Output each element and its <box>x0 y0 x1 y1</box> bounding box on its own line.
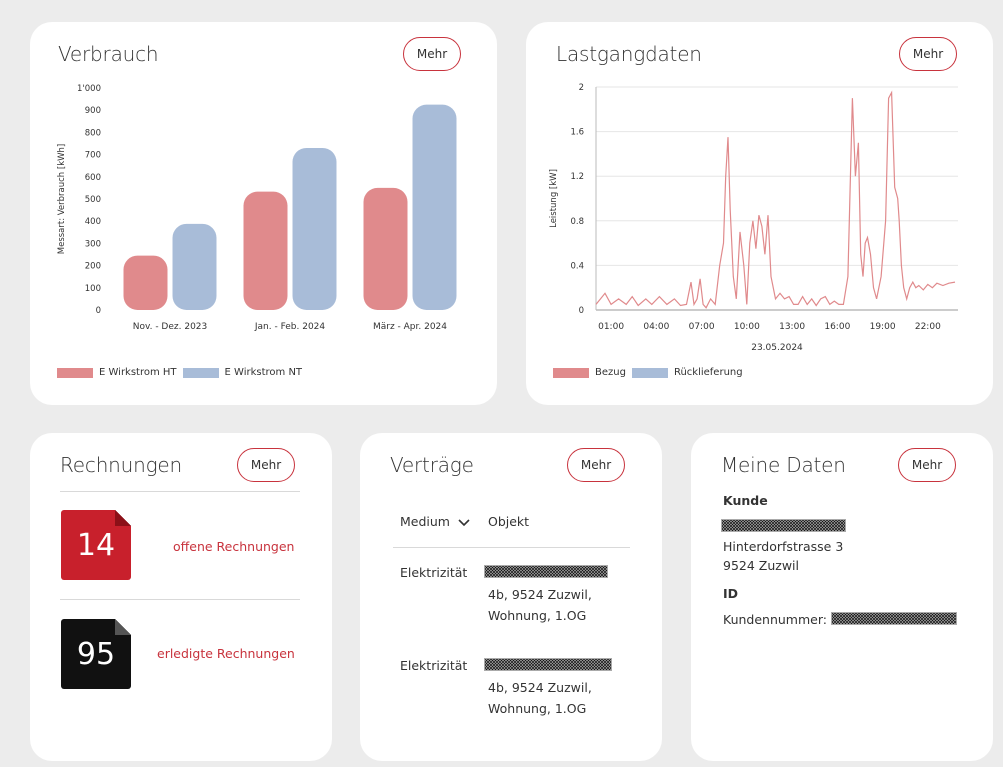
paid-invoices-count: 95 <box>76 636 116 672</box>
y-tick-label: 0 <box>579 306 584 316</box>
mehr-button[interactable]: Mehr <box>898 448 956 482</box>
mehr-button[interactable]: Mehr <box>237 448 295 482</box>
contract-address-line: 4b, 9524 Zuzwil, <box>488 587 592 602</box>
divider <box>60 599 300 600</box>
y-tick-label: 0.4 <box>570 261 584 271</box>
y-tick-label: 2 <box>579 83 584 93</box>
y-tick-label: 500 <box>85 195 101 205</box>
y-tick-label: 400 <box>85 217 101 227</box>
contract-medium: Elektrizität <box>400 658 468 673</box>
card-title: Meine Daten <box>721 453 846 477</box>
series-line <box>595 90 956 309</box>
bar <box>412 104 457 311</box>
legend-swatch <box>182 367 219 378</box>
legend-label[interactable]: Bezug <box>595 367 626 378</box>
y-tick-label: 100 <box>85 284 101 294</box>
bar <box>172 223 217 310</box>
x-tick-label: Jan. - Feb. 2024 <box>254 322 326 332</box>
kundennummer-label: Kundennummer: <box>723 612 827 627</box>
open-invoices-count: 14 <box>76 527 116 563</box>
y-axis-label: Messart: Verbrauch [kWh] <box>57 144 67 255</box>
vertraege-card: Verträge Mehr Medium Objekt Elektrizität… <box>360 433 662 761</box>
open-invoices-link[interactable]: offene Rechnungen <box>173 539 294 554</box>
redacted-address <box>484 565 608 578</box>
y-tick-label: 600 <box>85 173 101 183</box>
contract-medium: Elektrizität <box>400 565 468 580</box>
meine-daten-card: Meine Daten Mehr Kunde Hinterdorfstrasse… <box>691 433 993 761</box>
redacted-name <box>721 519 846 532</box>
y-tick-label: 700 <box>85 151 101 161</box>
x-tick-label: 10:00 <box>734 322 760 332</box>
paid-invoices-link[interactable]: erledigte Rechnungen <box>157 646 295 661</box>
y-tick-label: 1'000 <box>77 84 101 94</box>
redacted-address <box>484 658 612 671</box>
page-fold-icon <box>115 619 131 635</box>
bar <box>292 147 337 310</box>
legend-label[interactable]: E Wirkstrom HT <box>99 367 177 378</box>
bar <box>123 255 168 310</box>
x-tick-label: 22:00 <box>915 322 941 332</box>
legend-swatch <box>553 367 589 378</box>
city: 9524 Zuzwil <box>723 558 800 573</box>
y-tick-label: 1.2 <box>570 172 584 182</box>
chevron-down-icon <box>458 518 470 526</box>
legend-label[interactable]: Rücklieferung <box>674 367 743 378</box>
legend-swatch <box>57 367 93 378</box>
page-fold-icon <box>115 510 131 526</box>
column-header-objekt: Objekt <box>488 514 530 529</box>
x-tick-label: 13:00 <box>779 322 805 332</box>
x-tick-label: 07:00 <box>689 322 715 332</box>
redacted-kundennummer <box>831 612 957 625</box>
id-label: ID <box>723 586 739 601</box>
divider <box>60 491 300 492</box>
mehr-button[interactable]: Mehr <box>567 448 625 482</box>
contract-address-line: Wohnung, 1.OG <box>488 701 587 716</box>
y-tick-label: 1.6 <box>570 128 584 138</box>
chart-legend: Bezug Rücklieferung <box>553 367 749 378</box>
kunde-label: Kunde <box>723 493 768 508</box>
contract-address-line: 4b, 9524 Zuzwil, <box>488 680 592 695</box>
card-title: Rechnungen <box>60 453 182 477</box>
y-tick-label: 0 <box>96 306 101 316</box>
contract-address-line: Wohnung, 1.OG <box>488 608 587 623</box>
legend-label[interactable]: E Wirkstrom NT <box>225 367 303 378</box>
bar <box>243 191 288 310</box>
verbrauch-chart: 0 100 200 300 400 500 600 700 800 900 1'000 Messart… <box>57 84 457 332</box>
column-header-label: Medium <box>400 514 450 529</box>
lastgang-card: Lastgangdaten Mehr 0 0.4 0.8 1.2 1.6 2 Leistun… <box>526 22 993 405</box>
chart-legend: E Wirkstrom HT E Wirkstrom NT <box>57 367 308 378</box>
y-tick-label: 300 <box>85 239 101 249</box>
column-header-medium[interactable]: Medium <box>400 512 470 531</box>
y-axis-label: Leistung [kW] <box>549 169 559 228</box>
y-tick-label: 900 <box>85 106 101 116</box>
card-title: Verträge <box>390 453 474 477</box>
y-tick-label: 800 <box>85 128 101 138</box>
x-tick-label: 19:00 <box>870 322 896 332</box>
x-tick-label: Nov. - Dez. 2023 <box>133 322 208 332</box>
y-tick-label: 0.8 <box>570 217 584 227</box>
lastgang-chart: 0 0.4 0.8 1.2 1.6 2 Leistung [kW] 01:00 04:00 07:… <box>549 83 958 353</box>
x-tick-label: 01:00 <box>598 322 624 332</box>
street: Hinterdorfstrasse 3 <box>723 539 844 554</box>
x-tick-label: 16:00 <box>824 322 850 332</box>
verbrauch-card: Verbrauch Mehr 0 100 200 300 400 500 600 700 800… <box>30 22 497 405</box>
legend-swatch <box>631 367 668 378</box>
y-tick-label: 200 <box>85 262 101 272</box>
divider <box>393 547 630 548</box>
x-tick-label: März - Apr. 2024 <box>373 322 447 332</box>
rechnungen-card: Rechnungen Mehr 14 offene Rechnungen 95 … <box>30 433 332 761</box>
x-tick-label: 04:00 <box>643 322 669 332</box>
x-axis-label: 23.05.2024 <box>751 343 803 353</box>
bar <box>363 187 408 310</box>
